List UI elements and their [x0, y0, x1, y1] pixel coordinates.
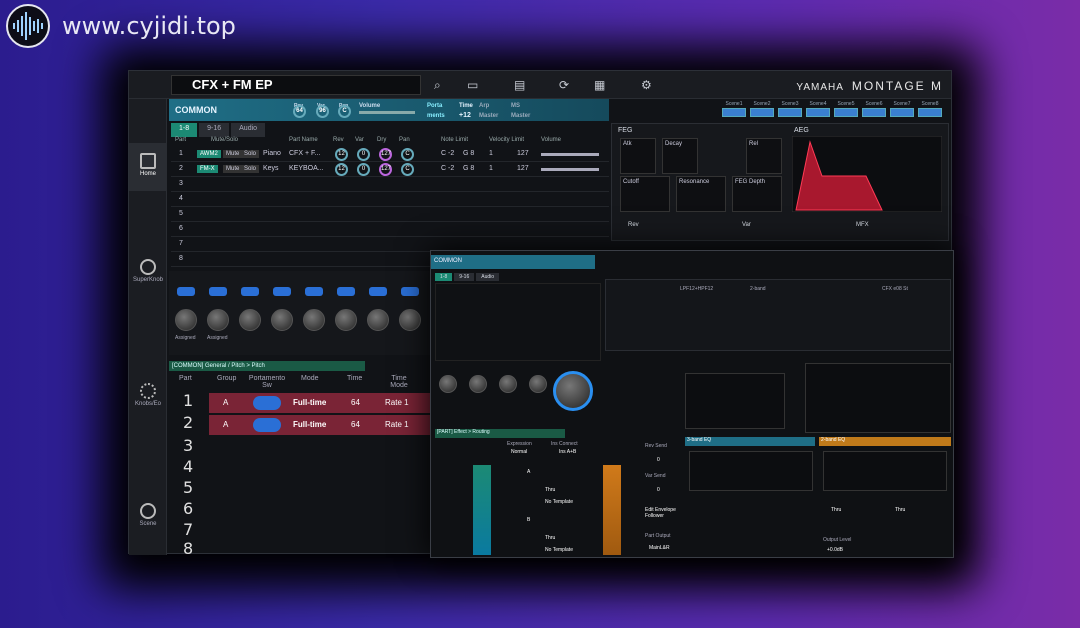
volume-slider[interactable] — [541, 168, 599, 171]
toggle-switch[interactable] — [337, 287, 355, 296]
portamento-toggle[interactable] — [253, 396, 281, 410]
table-header: Part Mute/Solo Part Name Rev Var Dry Pan… — [175, 137, 562, 143]
sidebar-item-scene[interactable]: Scene — [129, 503, 167, 527]
eq2-graph[interactable] — [823, 451, 947, 491]
var-knob[interactable]: 96 — [316, 105, 329, 118]
scene-button[interactable]: Scene7 — [889, 101, 915, 118]
table-row[interactable]: 5 — [171, 207, 609, 222]
scene-button[interactable]: Scene5 — [833, 101, 859, 118]
aeg-graph[interactable] — [792, 136, 942, 212]
filter-graph[interactable] — [685, 373, 785, 429]
knob[interactable] — [499, 375, 517, 393]
assign-knob[interactable] — [367, 309, 389, 331]
scene-button[interactable]: Scene6 — [861, 101, 887, 118]
assign-knob[interactable] — [303, 309, 325, 331]
knob[interactable] — [529, 375, 547, 393]
table-row[interactable]: 4 — [171, 192, 609, 207]
performance-name[interactable]: CFX + FM EP — [171, 75, 421, 95]
scene-button[interactable]: Scene4 — [805, 101, 831, 118]
overlay-common-bar: COMMON — [431, 255, 595, 269]
overlay-editor-window: COMMON 1-8 9-16 Audio LPF12+HPF12 2-band… — [430, 250, 954, 558]
eq-block[interactable] — [473, 465, 491, 555]
toggle-switch[interactable] — [273, 287, 291, 296]
toggle-switch[interactable] — [177, 287, 195, 296]
toggle-switch[interactable] — [241, 287, 259, 296]
toggle-switch[interactable] — [209, 287, 227, 296]
top-bar: ★ CFX + FM EP ⌕ ▭ ▤ ⟳ ▦ ⚙ YAMAHAMONTAGE … — [129, 71, 951, 99]
table-row[interactable]: 6 — [171, 222, 609, 237]
scene-button[interactable]: Scene8 — [917, 101, 943, 118]
panel-title: [COMMON] General / Pitch > Pitch — [169, 361, 365, 371]
part-tabs: 1-8 9-16 Audio — [171, 123, 266, 137]
site-logo — [6, 4, 50, 48]
assign-knob[interactable] — [271, 309, 293, 331]
volume-slider[interactable] — [359, 111, 415, 114]
tab-1-8[interactable]: 1-8 — [171, 123, 198, 137]
home-icon — [140, 153, 156, 169]
overlay-element-table[interactable]: LPF12+HPF12 2-band CFX e08 St — [605, 279, 951, 351]
tab-9-16[interactable]: 9-16 — [199, 123, 230, 137]
table-row[interactable]: A Full-time 64 Rate 1 — [209, 415, 431, 435]
computer-icon[interactable]: ▭ — [467, 78, 478, 92]
common-bar: COMMON Rev 64 Var 96 Pan C Volume Porta … — [169, 99, 609, 121]
assign-knob[interactable] — [335, 309, 357, 331]
volume-slider[interactable] — [541, 153, 599, 156]
site-url: www.cyjidi.top — [62, 12, 236, 40]
toggle-switch[interactable] — [401, 287, 419, 296]
overlay-knobs — [435, 371, 603, 425]
sidebar-item-superknob[interactable]: SuperKnob — [129, 259, 167, 283]
sidebar-item-home[interactable]: Home — [129, 143, 167, 191]
sidebar: Home SuperKnob Knobs/Eo Scene — [129, 99, 167, 555]
pan-knob[interactable]: C — [338, 105, 351, 118]
table-row[interactable]: 2 FM-X Mute Solo Keys KEYBOA... 12 0 127… — [171, 162, 609, 177]
eq-graph[interactable] — [805, 363, 951, 433]
tab-audio[interactable]: Audio — [231, 123, 266, 137]
envelope-panel: FEG Atk Decay Rel Cutoff Resonance FEG D… — [611, 123, 949, 241]
feg-resonance[interactable]: Resonance — [676, 176, 726, 212]
part-table: Part Mute/Solo Part Name Rev Var Dry Pan… — [171, 137, 609, 267]
feg-decay[interactable]: Decay — [662, 138, 698, 174]
eq3-graph[interactable] — [689, 451, 813, 491]
rev-knob[interactable]: 64 — [293, 105, 306, 118]
keyboard-icon[interactable]: ▦ — [594, 78, 605, 92]
folder-icon[interactable]: ▤ — [514, 78, 525, 92]
scene-button[interactable]: Scene2 — [749, 101, 775, 118]
assign-knob[interactable] — [399, 309, 421, 331]
feg-depth[interactable]: FEG Depth — [732, 176, 782, 212]
gauge-icon — [140, 503, 156, 519]
table-row[interactable]: 1 AWM2 Mute Solo Piano CFX + F... 12 0 1… — [171, 147, 609, 162]
search-icon[interactable]: ⌕ — [434, 78, 441, 93]
table-row[interactable]: 3 — [171, 177, 609, 192]
eq-block[interactable] — [603, 465, 621, 555]
feg-cutoff[interactable]: Cutoff — [620, 176, 670, 212]
scene-button[interactable]: Scene1 — [721, 101, 747, 118]
sidebar-item-knobs[interactable]: Knobs/Eo — [129, 383, 167, 407]
dial-icon — [140, 383, 156, 399]
sync-icon[interactable]: ⟳ — [559, 78, 569, 92]
portamento-toggle[interactable] — [253, 418, 281, 432]
assign-knob[interactable] — [239, 309, 261, 331]
assign-knob[interactable] — [175, 309, 197, 331]
toggle-switch[interactable] — [369, 287, 387, 296]
assign-knob[interactable] — [207, 309, 229, 331]
brand-logo: YAMAHA MONTAGE M — [796, 79, 943, 93]
feg-release[interactable]: Rel — [746, 138, 782, 174]
super-knob[interactable] — [553, 371, 593, 411]
feg-attack[interactable]: Atk — [620, 138, 656, 174]
knob[interactable] — [439, 375, 457, 393]
toggle-switch[interactable] — [305, 287, 323, 296]
table-row[interactable]: A Full-time 64 Rate 1 — [209, 393, 431, 413]
scene-button[interactable]: Scene3 — [777, 101, 803, 118]
knob[interactable] — [469, 375, 487, 393]
gear-icon[interactable]: ⚙ — [641, 78, 652, 92]
knob-icon — [140, 259, 156, 275]
overlay-tabs: 1-8 9-16 Audio — [435, 273, 500, 281]
overlay-part-table[interactable] — [435, 283, 601, 361]
